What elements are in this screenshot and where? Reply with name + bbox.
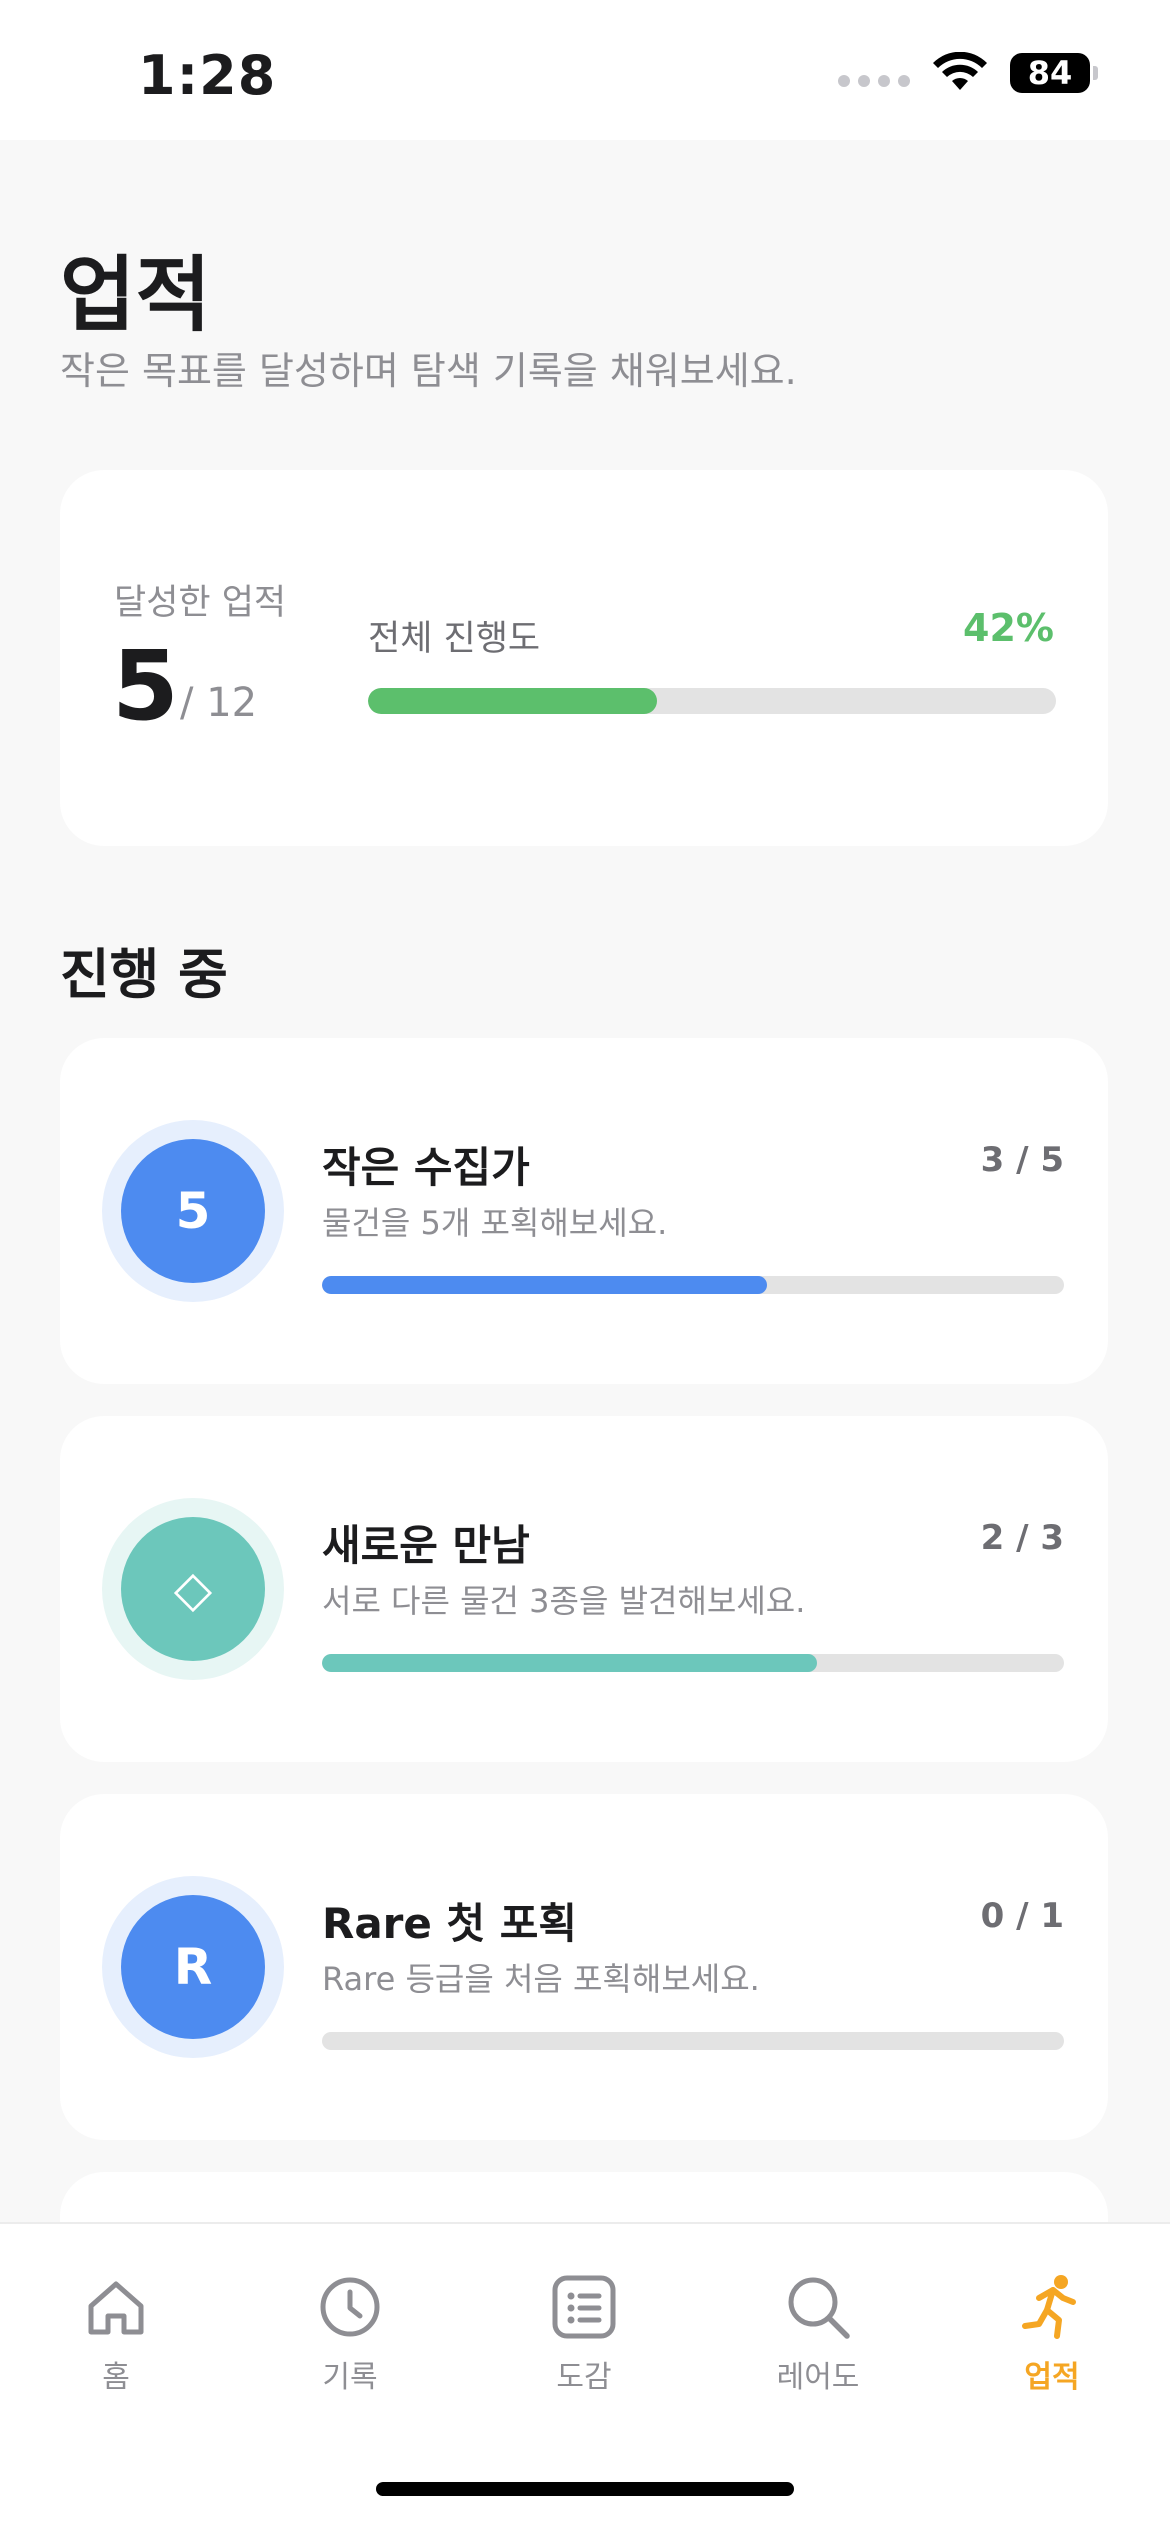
overall-progress-label: 전체 진행도: [368, 619, 541, 659]
cellular-signal-icon: [838, 75, 910, 87]
home-icon: [88, 2281, 144, 2335]
achievement-title: 새로운 만남: [322, 1521, 530, 1570]
wifi-icon: [933, 52, 987, 90]
achievement-description: 서로 다른 물건 3종을 발견해보세요.: [322, 1582, 806, 1620]
achievement-card-partial[interactable]: [60, 2172, 1108, 2222]
home-indicator: [376, 2482, 794, 2496]
tab-label: 홈: [102, 2360, 130, 2395]
achievement-progress-bar: [322, 1276, 1064, 1294]
runner-icon: [1022, 2275, 1076, 2339]
tab-rarity[interactable]: 레어도: [738, 2272, 898, 2412]
achievement-count: 3 / 5: [980, 1140, 1064, 1180]
achievement-count: 2 / 3: [980, 1518, 1064, 1558]
tab-collection[interactable]: 도감: [504, 2272, 664, 2412]
achievement-description: Rare 등급을 처음 포획해보세요.: [322, 1960, 760, 1998]
section-title-in-progress: 진행 중: [60, 943, 228, 1006]
tab-home[interactable]: 홈: [36, 2272, 196, 2412]
tab-achievements[interactable]: 업적: [972, 2272, 1132, 2412]
overall-progress-percent: 42%: [963, 606, 1054, 650]
achievement-badge-icon: R: [121, 1895, 265, 2039]
summary-card: 달성한 업적 5 / 12 전체 진행도 42%: [60, 470, 1108, 846]
status-bar: 1:28 84: [0, 0, 1170, 140]
achievement-badge-ring: ◇: [102, 1498, 284, 1680]
achieved-count: 5: [112, 630, 179, 742]
achievements-screen[interactable]: 업적 작은 목표를 달성하며 탐색 기록을 채워보세요. 달성한 업적 5 / …: [0, 140, 1170, 2222]
achieved-label: 달성한 업적: [114, 583, 287, 623]
battery-icon: 84: [1010, 53, 1098, 93]
achievement-badge-icon: 5: [121, 1139, 265, 1283]
status-icons: 84: [838, 52, 1098, 94]
overall-progress-fill: [368, 688, 657, 714]
achievement-progress-fill: [322, 1276, 768, 1294]
tab-label: 도감: [556, 2360, 612, 2395]
achievement-badge-ring: 5: [102, 1120, 284, 1302]
tab-label: 레어도: [776, 2360, 860, 2395]
page-subtitle: 작은 목표를 달성하며 탐색 기록을 채워보세요.: [60, 349, 797, 393]
achieved-total: / 12: [180, 680, 258, 726]
achievement-card[interactable]: ◇ 새로운 만남 2 / 3 서로 다른 물건 3종을 발견해보세요.: [60, 1416, 1108, 1762]
battery-level: 84: [1027, 54, 1073, 92]
diamond-icon: ◇: [121, 1517, 265, 1661]
tab-label: 업적: [1024, 2360, 1080, 2395]
achievement-card[interactable]: 5 작은 수집가 3 / 5 물건을 5개 포획해보세요.: [60, 1038, 1108, 1384]
achievement-progress-fill: [322, 1654, 817, 1672]
achievement-badge-ring: R: [102, 1876, 284, 2058]
achievement-description: 물건을 5개 포획해보세요.: [322, 1204, 668, 1242]
status-time: 1:28: [138, 44, 277, 107]
search-icon: [788, 2277, 850, 2339]
page-title: 업적: [60, 248, 211, 343]
achievement-title: Rare 첫 포획: [322, 1899, 578, 1948]
tab-label: 기록: [322, 2360, 378, 2395]
achievement-progress-bar: [322, 1654, 1064, 1672]
achievement-progress-bar: [322, 2032, 1064, 2050]
achievement-title: 작은 수집가: [322, 1143, 530, 1192]
clock-icon: [320, 2277, 380, 2337]
list-icon: [552, 2275, 616, 2339]
achievement-card[interactable]: R Rare 첫 포획 0 / 1 Rare 등급을 처음 포획해보세요.: [60, 1794, 1108, 2140]
overall-progress-bar: [368, 688, 1056, 714]
tab-history[interactable]: 기록: [270, 2272, 430, 2412]
achievement-count: 0 / 1: [980, 1896, 1064, 1936]
